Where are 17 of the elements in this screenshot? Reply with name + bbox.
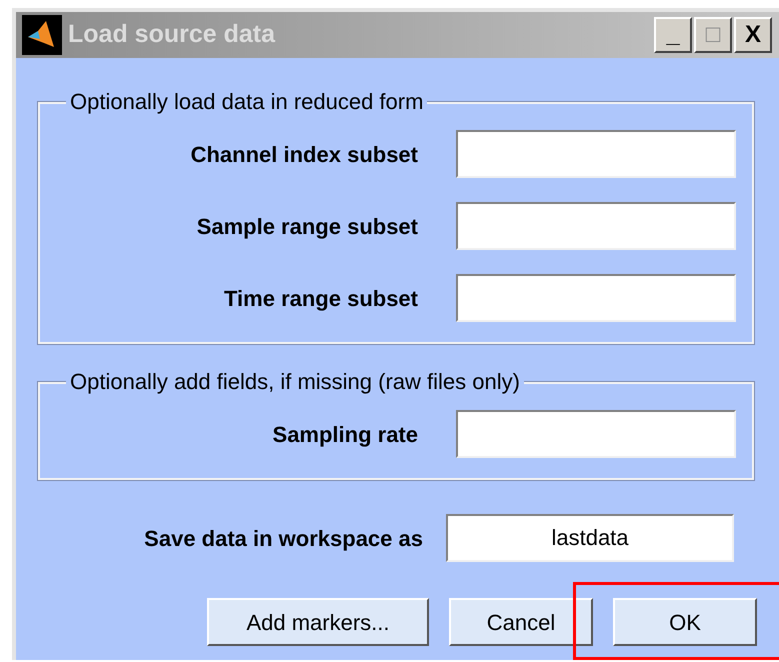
field-label: Channel index subset (190, 140, 418, 168)
field-label: Sampling rate (272, 420, 418, 449)
input-field[interactable] (456, 274, 736, 322)
logo-icon (22, 15, 62, 55)
dialog-button[interactable]: OK (613, 598, 757, 646)
close-button[interactable]: X (734, 17, 772, 53)
minimize-button[interactable]: _ (654, 17, 692, 53)
field-label: Time range subset (223, 284, 418, 313)
window-title: Load source data (68, 19, 275, 50)
field-label: Sample range subset (196, 212, 418, 241)
field-label: Save data in workspace as (143, 524, 423, 553)
input-field[interactable] (456, 202, 736, 250)
dialog-button[interactable]: Cancel (449, 598, 593, 646)
input-field[interactable]: lastdata (446, 514, 734, 562)
dialog-button[interactable]: Add markers... (207, 598, 429, 646)
input-field[interactable] (456, 130, 736, 178)
input-field[interactable] (456, 410, 736, 458)
